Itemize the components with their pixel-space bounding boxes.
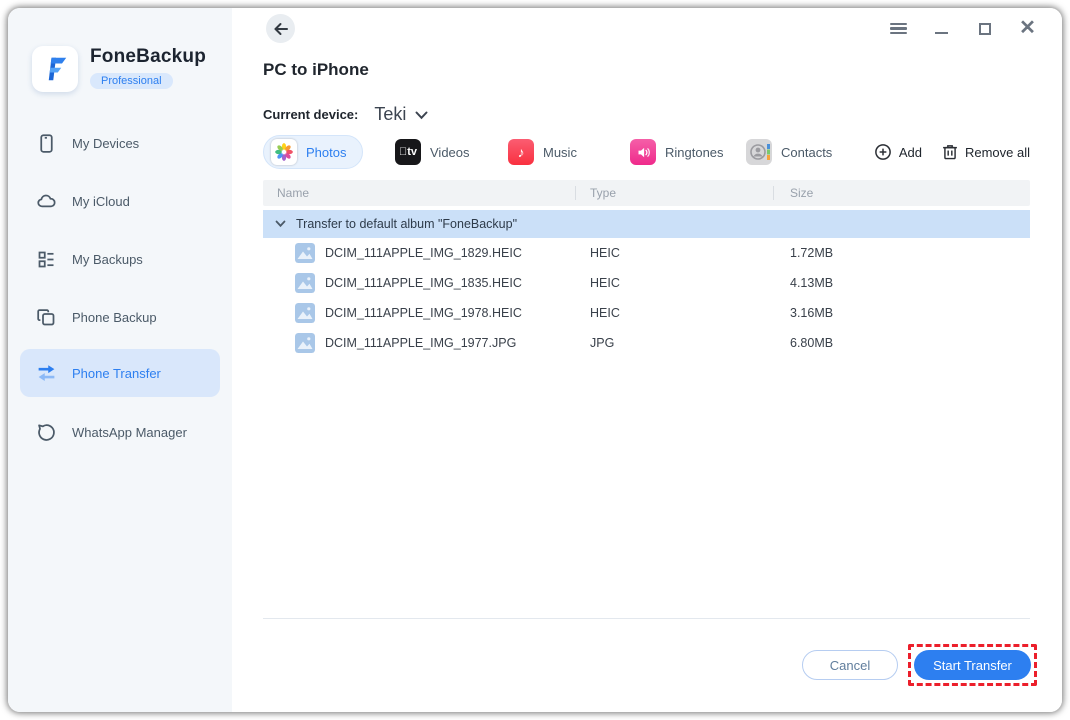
sidebar-item-whatsapp-manager[interactable]: WhatsApp Manager [20,408,220,456]
column-header-size: Size [790,186,814,200]
sidebar-item-label: My Devices [72,135,140,151]
tab-photos[interactable]: Photos [263,135,364,169]
device-name[interactable]: Teki [374,104,406,125]
minimize-icon[interactable] [933,20,950,37]
app-logo: FoneBackup Professional [32,46,206,92]
chevron-down-icon [275,220,286,228]
column-divider [575,186,576,200]
remove-all-label: Remove all [964,144,1030,160]
file-name: DCIM_111APPLE_IMG_1829.HEIC [325,246,522,260]
table-row[interactable]: DCIM_111APPLE_IMG_1978.HEIC HEIC 3.16MB [263,298,1030,328]
sidebar-item-my-devices[interactable]: My Devices [20,119,220,167]
add-button[interactable]: Add [874,143,922,161]
page-title: PC to iPhone [263,60,369,79]
start-transfer-button[interactable]: Start Transfer [914,650,1031,680]
contacts-book-icon [746,139,772,165]
file-size: 4.13MB [790,276,834,290]
main-panel: ✕ PC to iPhone Current device: Teki Phot… [232,8,1062,712]
list-actions: Add Remove all [874,135,1030,169]
column-header-type: Type [590,186,617,200]
speaker-icon [630,139,656,165]
add-circle-icon [874,144,891,160]
transfer-arrows-icon [36,363,57,384]
file-name: DCIM_111APPLE_IMG_1835.HEIC [325,276,522,290]
sidebar-item-label: My Backups [72,251,143,267]
file-type: HEIC [590,246,620,260]
add-label: Add [898,144,922,160]
file-type: HEIC [590,306,620,320]
tab-label: Videos [430,144,470,160]
tab-contacts[interactable]: Contacts [746,135,832,169]
cloud-icon [36,191,57,212]
file-table: Name Type Size Transfer to default album… [263,180,1030,358]
current-device-row: Current device: Teki [263,104,428,125]
apple-tv-icon: tv [395,139,421,165]
trash-icon [943,145,957,160]
file-name: DCIM_111APPLE_IMG_1978.HEIC [325,306,522,320]
sidebar-item-phone-transfer[interactable]: Phone Transfer [20,349,220,397]
sidebar-item-label: Phone Transfer [72,365,161,381]
sidebar-item-my-backups[interactable]: My Backups [20,235,220,283]
table-header: Name Type Size [263,180,1030,206]
column-divider [773,186,774,200]
tab-music[interactable]: ♪ Music [508,135,577,169]
sidebar: FoneBackup Professional My Devices My iC… [8,8,232,712]
sidebar-item-my-icloud[interactable]: My iCloud [20,177,220,225]
table-row[interactable]: DCIM_111APPLE_IMG_1829.HEIC HEIC 1.72MB [263,238,1030,268]
current-device-label: Current device: [263,107,359,122]
back-button[interactable] [266,14,295,43]
back-arrow-icon [274,22,288,35]
file-size: 6.80MB [790,336,834,350]
photos-flower-icon [271,139,297,165]
column-header-name: Name [277,186,310,200]
table-row[interactable]: DCIM_111APPLE_IMG_1977.JPG JPG 6.80MB [263,328,1030,358]
brand-badge: Professional [90,73,173,89]
start-transfer-annotation: Start Transfer [908,644,1037,686]
sidebar-item-phone-backup[interactable]: Phone Backup [20,293,220,341]
chevron-down-icon[interactable] [415,107,428,125]
tab-videos[interactable]: tv Videos [395,135,470,169]
window-controls: ✕ [890,18,1036,38]
app-window: FoneBackup Professional My Devices My iC… [8,8,1062,712]
chat-bubble-icon [36,422,57,443]
music-note-icon: ♪ [508,139,534,165]
backup-list-icon [36,249,57,270]
sidebar-item-label: WhatsApp Manager [72,424,187,440]
tab-label: Music [543,144,577,160]
file-type: JPG [590,336,615,350]
image-thumbnail-icon [295,273,315,293]
remove-all-button[interactable]: Remove all [942,143,1030,161]
image-thumbnail-icon [295,303,315,323]
brand-name: FoneBackup [90,46,207,67]
fonebackup-logo-icon [32,46,78,92]
cancel-button[interactable]: Cancel [802,650,898,680]
phone-icon [36,133,57,154]
table-row[interactable]: DCIM_111APPLE_IMG_1835.HEIC HEIC 4.13MB [263,268,1030,298]
image-thumbnail-icon [295,243,315,263]
menu-icon[interactable] [890,20,907,37]
tab-label: Ringtones [665,144,724,160]
image-thumbnail-icon [295,333,315,353]
copy-icon [36,307,57,328]
file-name: DCIM_111APPLE_IMG_1977.JPG [325,336,517,350]
file-size: 3.16MB [790,306,834,320]
tab-label: Photos [306,144,347,160]
file-type: HEIC [590,276,620,290]
sidebar-item-label: Phone Backup [72,309,157,325]
close-icon[interactable]: ✕ [1019,18,1036,38]
sidebar-item-label: My iCloud [72,193,130,209]
tab-ringtones[interactable]: Ringtones [630,135,724,169]
maximize-icon[interactable] [976,20,993,37]
footer-divider [263,618,1030,619]
album-group-row[interactable]: Transfer to default album "FoneBackup" [263,210,1030,238]
file-size: 1.72MB [790,246,834,260]
tab-label: Contacts [781,144,833,160]
album-group-label: Transfer to default album "FoneBackup" [296,217,518,231]
